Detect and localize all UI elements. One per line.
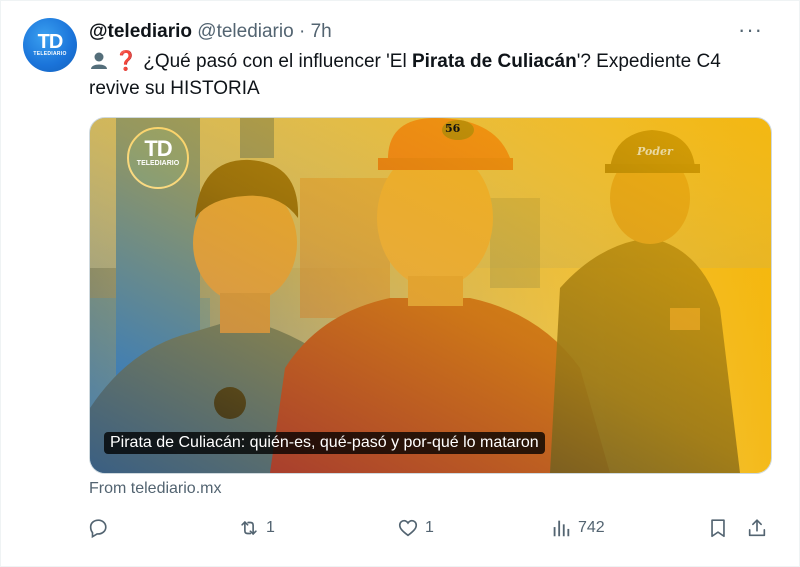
bust-in-silhouette-icon: [91, 52, 107, 69]
like-count: 1: [425, 519, 434, 536]
cap-left-text: 56: [445, 122, 461, 135]
avatar-logo-text: TD: [37, 31, 64, 53]
card-caption: Pirata de Culiacán: quién-es, qué-pasó y…: [104, 432, 545, 454]
tweet-actions: 1 1 742: [87, 513, 777, 549]
header-separator: ·: [298, 21, 306, 42]
more-options-icon[interactable]: ···: [738, 17, 763, 43]
card-image[interactable]: [90, 118, 771, 473]
tweet-time[interactable]: 7h: [311, 21, 332, 42]
cap-right-text: Poder: [637, 145, 673, 158]
retweet-count: 1: [266, 519, 275, 536]
tweet-text: ❓ ¿Qué pasó con el influencer 'El Pirata…: [89, 48, 769, 102]
avatar-logo-subtext: TELEDIARIO: [33, 51, 67, 57]
card-source[interactable]: From telediario.mx: [89, 480, 221, 498]
tweet-text-pre: ¿Qué pasó con el influencer 'El: [143, 51, 412, 72]
views-count: 742: [578, 519, 605, 536]
bookmark-icon: [711, 519, 725, 538]
card-logo-subtext: TELEDIARIO: [136, 160, 180, 167]
views-button[interactable]: 742: [550, 517, 605, 539]
avatar[interactable]: TD TELEDIARIO: [23, 18, 77, 72]
share-icon: [748, 519, 766, 537]
retweet-button[interactable]: 1: [238, 517, 275, 539]
card-logo: TD TELEDIARIO: [132, 136, 184, 168]
reply-button[interactable]: [87, 517, 115, 539]
card-logo-text: TD: [144, 136, 172, 161]
analytics-icon: [553, 520, 570, 537]
question-mark-icon: ❓: [114, 51, 138, 72]
author-name[interactable]: @telediario: [89, 21, 192, 42]
heart-icon: [398, 519, 418, 537]
share-button[interactable]: [746, 517, 774, 539]
tweet-header: @telediario @telediario · 7h: [89, 21, 332, 43]
tweet-text-bold: Pirata de Culiacán: [411, 51, 577, 72]
link-card[interactable]: TD TELEDIARIO 56 Poder Pirata de Culiacá…: [89, 117, 772, 474]
retweet-icon: [241, 521, 257, 535]
author-handle[interactable]: @telediario: [197, 21, 293, 42]
bookmark-button[interactable]: [707, 517, 735, 539]
like-button[interactable]: 1: [397, 517, 434, 539]
tweet-card: TD TELEDIARIO @telediario @telediario · …: [0, 0, 800, 567]
reply-icon: [89, 519, 107, 539]
